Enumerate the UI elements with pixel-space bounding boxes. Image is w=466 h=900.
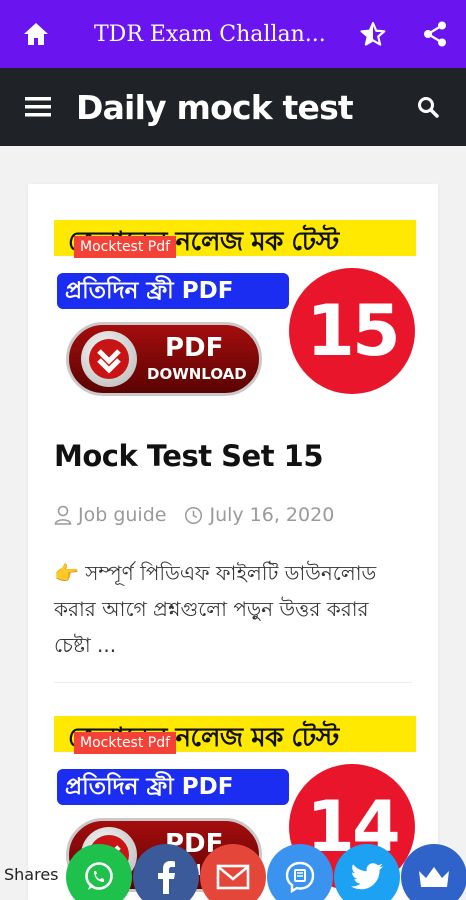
share-facebook-button[interactable]	[133, 844, 199, 900]
post-author[interactable]: Job guide	[54, 504, 166, 526]
site-title: Daily mock test	[76, 87, 354, 127]
download-label: DOWNLOAD	[147, 365, 247, 383]
twitter-icon	[350, 863, 383, 890]
share-icon	[424, 21, 446, 47]
post-meta: Job guide July 16, 2020	[54, 504, 352, 526]
date-text: July 16, 2020	[209, 504, 335, 526]
thumbnail-daily-label: প্রতিদিন ফ্রী PDF	[57, 273, 289, 309]
favorite-button[interactable]	[342, 0, 404, 68]
shares-label: Shares	[4, 865, 59, 884]
home-button[interactable]	[0, 0, 72, 68]
category-tag[interactable]: Mocktest Pdf	[74, 236, 177, 258]
messenger-icon	[285, 861, 315, 893]
crown-icon	[419, 867, 449, 887]
share-button[interactable]	[404, 0, 466, 68]
clock-icon	[185, 506, 203, 524]
thumbnail-daily-label: প্রতিদিন ফ্রী PDF	[57, 769, 289, 805]
pdf-download-graphic: PDF DOWNLOAD	[66, 322, 262, 396]
share-gmail-button[interactable]	[200, 844, 266, 900]
share-messenger-button[interactable]	[267, 844, 333, 900]
site-header: Daily mock test	[0, 68, 466, 146]
share-whatsapp-button[interactable]	[66, 844, 132, 900]
pdf-label: PDF	[165, 333, 224, 363]
post-title[interactable]: Mock Test Set 15	[54, 439, 324, 473]
facebook-icon	[158, 861, 175, 894]
app-bar: TDR Exam Challan...	[0, 0, 466, 68]
search-button[interactable]	[390, 68, 466, 146]
post-card: জেনারেল নলেজ মক টেস্ট Mocktest Pdf প্রতি…	[28, 184, 438, 900]
mock-set-number: 15	[289, 268, 415, 394]
menu-button[interactable]	[0, 68, 76, 146]
gmail-icon	[216, 864, 250, 890]
share-twitter-button[interactable]	[334, 844, 400, 900]
post-excerpt: 👉 সম্পূর্ণ পিডিএফ ফাইলটি ডাউনলোড করার আগ…	[54, 561, 377, 657]
home-icon	[24, 23, 48, 45]
post-thumbnail[interactable]: জেনারেল নলেজ মক টেস্ট Mocktest Pdf প্রতি…	[54, 218, 416, 398]
whatsapp-icon	[85, 862, 113, 890]
star-half-icon	[360, 22, 386, 46]
share-more-button[interactable]	[401, 844, 466, 900]
post-divider	[54, 682, 412, 683]
search-icon	[418, 97, 439, 118]
author-name: Job guide	[78, 504, 167, 526]
download-chevron-icon	[81, 331, 137, 387]
share-bar: Shares	[0, 840, 466, 900]
post-date: July 16, 2020	[184, 504, 334, 526]
app-title: TDR Exam Challan...	[94, 21, 326, 47]
hamburger-icon	[25, 97, 51, 117]
user-icon	[54, 505, 72, 525]
category-tag[interactable]: Mocktest Pdf	[74, 732, 177, 754]
